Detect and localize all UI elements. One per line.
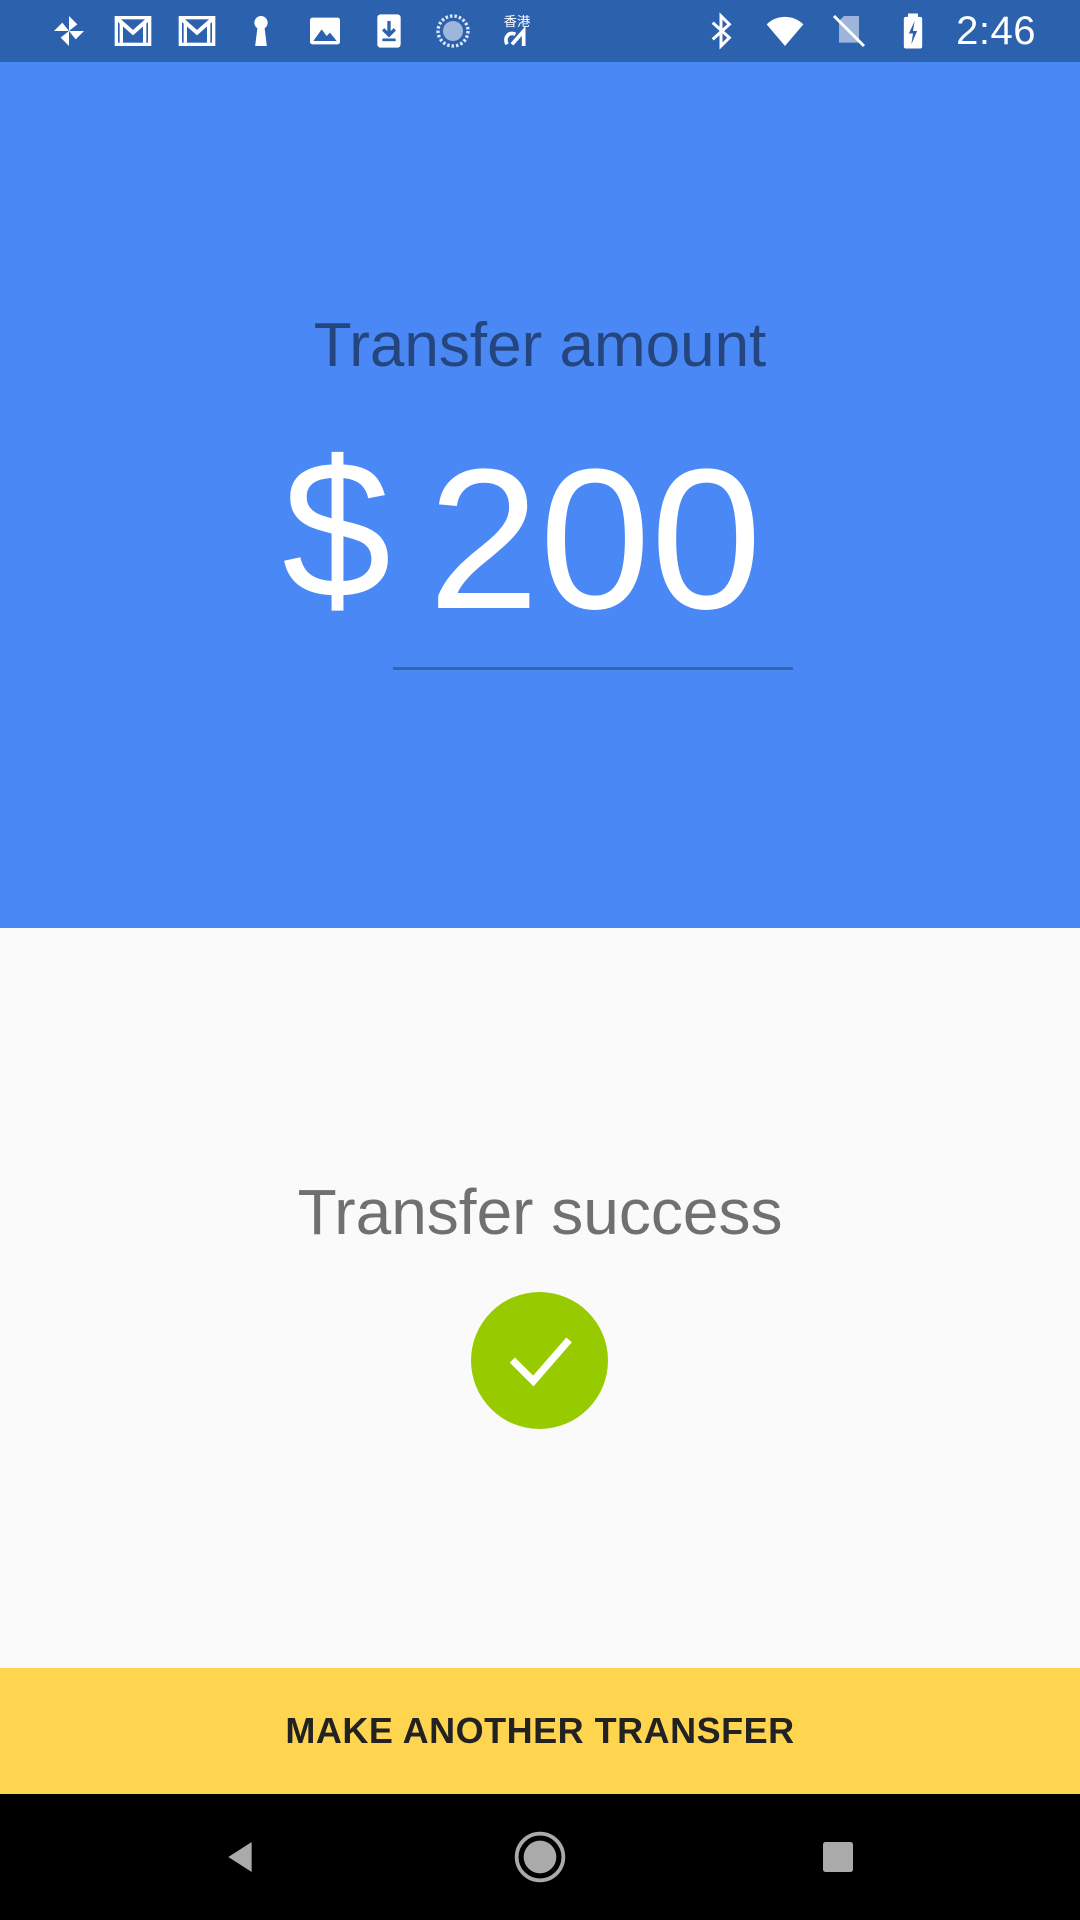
bluetooth-icon xyxy=(700,10,742,52)
svg-text:香港: 香港 xyxy=(504,14,531,30)
check-icon xyxy=(509,1336,572,1386)
system-icons: 2:46 xyxy=(700,8,1036,54)
keyhole-icon xyxy=(240,10,282,52)
wifi-icon xyxy=(764,10,806,52)
no-sim-icon xyxy=(828,10,870,52)
transfer-amount-label: Transfer amount xyxy=(313,311,767,380)
amount-panel: Transfer amount $ 200 xyxy=(0,62,1080,928)
recents-button[interactable] xyxy=(803,1822,873,1892)
back-icon xyxy=(228,1842,252,1872)
currency-symbol: $ xyxy=(282,420,392,639)
navigation-bar xyxy=(0,1794,1080,1920)
download-icon xyxy=(368,10,410,52)
transfer-success-label: Transfer success xyxy=(297,1176,783,1248)
gmail-icon xyxy=(176,10,218,52)
recents-icon xyxy=(823,1842,853,1872)
battery-charging-icon xyxy=(892,10,934,52)
notification-icons: 香港 xyxy=(48,8,538,54)
amount-input-underline xyxy=(393,667,793,670)
gmail-icon xyxy=(112,10,154,52)
image-icon xyxy=(304,10,346,52)
back-button[interactable] xyxy=(205,1822,275,1892)
home-icon xyxy=(514,1831,566,1883)
clock: 2:46 xyxy=(956,8,1036,53)
status-bar: 香港 2:46 xyxy=(0,0,1080,62)
make-another-transfer-button[interactable]: MAKE ANOTHER TRANSFER xyxy=(0,1668,1080,1794)
app-screen: 香港 2:46 Transfer amount $ 200 Transfer s… xyxy=(0,0,1080,1920)
loading-circle-icon xyxy=(432,10,474,52)
home-button[interactable] xyxy=(505,1822,575,1892)
amount-input[interactable]: 200 xyxy=(392,440,798,640)
amount-row: $ 200 xyxy=(0,432,1080,672)
pinwheel-icon xyxy=(48,10,90,52)
hk-channel-icon: 香港 xyxy=(496,10,538,52)
success-badge xyxy=(471,1292,608,1429)
